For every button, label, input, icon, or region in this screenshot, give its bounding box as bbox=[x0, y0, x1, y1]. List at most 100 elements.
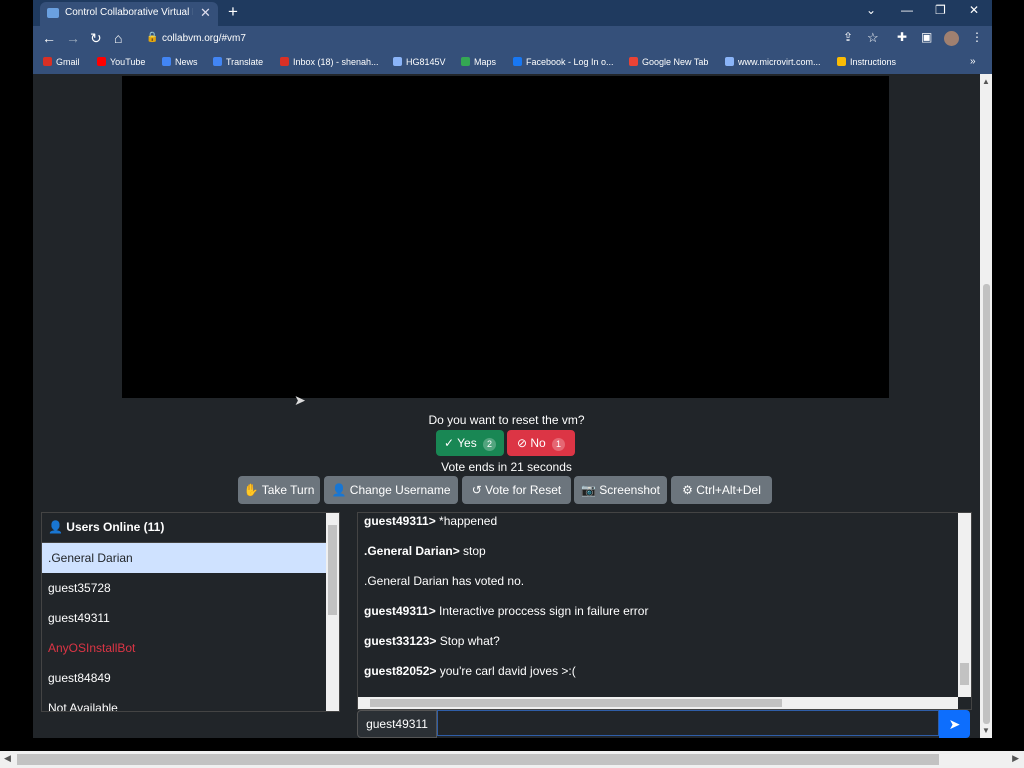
vote-yes-button[interactable]: ✓ Yes 2 bbox=[436, 430, 504, 456]
screenshot-label: Screenshot bbox=[599, 483, 660, 497]
close-tab-icon[interactable]: ✕ bbox=[200, 5, 211, 21]
chat-horizontal-scrollbar[interactable] bbox=[358, 697, 958, 709]
home-icon[interactable]: ⌂ bbox=[114, 30, 122, 46]
chat-username: guest49311 bbox=[357, 710, 437, 738]
forward-icon[interactable]: → bbox=[66, 30, 80, 46]
ctrl-alt-del-button[interactable]: ⚙ Ctrl+Alt+Del bbox=[671, 476, 772, 504]
minimize-icon[interactable]: — bbox=[901, 3, 913, 17]
url-text: collabvm.org/#vm7 bbox=[162, 33, 246, 44]
chat-input[interactable] bbox=[437, 710, 939, 736]
send-button[interactable]: ➤ bbox=[939, 710, 970, 738]
users-scrollbar[interactable] bbox=[326, 513, 339, 711]
bookmark-favicon-icon bbox=[393, 57, 402, 66]
bookmark-favicon-icon bbox=[213, 57, 222, 66]
bookmark-label: HG8145V bbox=[406, 57, 446, 67]
user-list-item[interactable]: guest84849 bbox=[42, 663, 332, 693]
user-edit-icon: 👤 bbox=[331, 483, 347, 497]
user-list-item[interactable]: Not Available bbox=[42, 693, 332, 711]
bookmark-label: Translate bbox=[226, 57, 264, 67]
user-icon: 👤 bbox=[48, 520, 63, 534]
chat-message-text: Interactive proccess sign in failure err… bbox=[435, 604, 649, 618]
share-icon[interactable]: ⇪ bbox=[843, 30, 853, 44]
menu-icon[interactable]: ⋮ bbox=[971, 30, 983, 44]
side-panel-icon[interactable]: ▣ bbox=[921, 30, 932, 44]
bookmark-item[interactable]: Instructions bbox=[837, 57, 896, 67]
change-username-button[interactable]: 👤 Change Username bbox=[324, 476, 458, 504]
screenshot-button[interactable]: 📷 Screenshot bbox=[574, 476, 667, 504]
window-hscroll-thumb[interactable] bbox=[17, 754, 939, 765]
bookmark-star-icon[interactable]: ☆ bbox=[867, 30, 879, 46]
scroll-left-icon[interactable]: ◀ bbox=[4, 753, 11, 764]
users-online-header: 👤 Users Online (11) bbox=[42, 513, 332, 543]
bookmark-item[interactable]: Facebook - Log In o... bbox=[513, 57, 614, 67]
address-bar[interactable]: 🔒 collabvm.org/#vm7 bbox=[140, 29, 890, 49]
bookmark-favicon-icon bbox=[43, 57, 52, 66]
scroll-right-icon[interactable]: ▶ bbox=[1012, 753, 1019, 764]
prohibited-icon: ⊘ bbox=[516, 436, 527, 450]
bookmark-item[interactable]: HG8145V bbox=[393, 57, 446, 67]
user-list-item[interactable]: guest49311 bbox=[42, 603, 332, 633]
tab-search-icon[interactable]: ⌄ bbox=[866, 3, 876, 17]
mouse-cursor-icon: ➤ bbox=[294, 392, 306, 408]
user-list-item[interactable]: guest35728 bbox=[42, 573, 332, 603]
hand-icon: ✋ bbox=[243, 483, 259, 497]
bookmark-label: Instructions bbox=[850, 57, 897, 67]
bookmark-item[interactable]: Maps bbox=[461, 57, 496, 67]
chat-message: guest33123> Stop what? bbox=[364, 634, 500, 648]
vote-reset-button[interactable]: ↺ Vote for Reset bbox=[462, 476, 571, 504]
back-icon[interactable]: ← bbox=[42, 30, 56, 46]
bookmark-favicon-icon bbox=[725, 57, 734, 66]
reload-icon[interactable]: ↻ bbox=[90, 30, 102, 47]
bookmark-item[interactable]: YouTube bbox=[97, 57, 145, 67]
user-list-item[interactable]: .General Darian bbox=[42, 543, 332, 573]
page-scroll-thumb[interactable] bbox=[983, 284, 990, 724]
chat-message: .General Darian> stop bbox=[364, 544, 486, 558]
chat-hscroll-thumb[interactable] bbox=[370, 699, 782, 707]
bookmark-item[interactable]: Gmail bbox=[43, 57, 80, 67]
chat-vertical-scrollbar[interactable] bbox=[958, 513, 971, 697]
close-window-icon[interactable]: ✕ bbox=[969, 3, 979, 17]
check-icon: ✓ bbox=[443, 436, 454, 450]
window-horizontal-scrollbar[interactable]: ◀ ▶ bbox=[0, 751, 1024, 768]
bookmark-item[interactable]: Translate bbox=[213, 57, 263, 67]
vote-no-button[interactable]: ⊘ No 1 bbox=[507, 430, 575, 456]
page-scrollbar[interactable]: ▲ ▼ bbox=[980, 74, 992, 738]
profile-avatar[interactable] bbox=[944, 31, 959, 46]
bookmark-item[interactable]: News bbox=[162, 57, 198, 67]
browser-tab[interactable]: Control Collaborative Virtual Ma ✕ bbox=[40, 2, 218, 26]
chat-message-text: you're carl david joves >:( bbox=[436, 664, 576, 678]
bookmark-favicon-icon bbox=[280, 57, 289, 66]
bookmark-item[interactable]: Google New Tab bbox=[629, 57, 708, 67]
chat-message-text: Stop what? bbox=[436, 634, 500, 648]
scroll-down-icon[interactable]: ▼ bbox=[982, 726, 990, 735]
bookmark-item[interactable]: Inbox (18) - shenah... bbox=[280, 57, 379, 67]
chat-message: guest82052> you're carl david joves >:( bbox=[364, 664, 576, 678]
chat-message-text: *happened bbox=[435, 514, 498, 528]
bookmark-item[interactable]: www.microvirt.com... bbox=[725, 57, 821, 67]
take-turn-button[interactable]: ✋ Take Turn bbox=[238, 476, 320, 504]
bookmark-favicon-icon bbox=[97, 57, 106, 66]
bookmark-label: News bbox=[175, 57, 198, 67]
users-online-panel: 👤 Users Online (11) .General Darian guest… bbox=[41, 512, 340, 712]
chat-vscroll-thumb[interactable] bbox=[960, 663, 969, 685]
users-online-title: Users Online (11) bbox=[66, 520, 165, 534]
more-bookmarks-icon[interactable]: » bbox=[970, 56, 976, 67]
send-icon: ➤ bbox=[948, 716, 961, 732]
chat-message-text: stop bbox=[459, 544, 486, 558]
users-scroll-thumb[interactable] bbox=[328, 525, 337, 615]
chat-message-user: guest82052> bbox=[364, 664, 437, 678]
bookmark-label: Google New Tab bbox=[642, 57, 709, 67]
take-turn-label: Take Turn bbox=[261, 483, 315, 497]
vote-no-count: 1 bbox=[552, 438, 566, 451]
new-tab-icon[interactable]: + bbox=[228, 2, 238, 22]
bookmark-label: Inbox (18) - shenah... bbox=[293, 57, 379, 67]
extensions-icon[interactable]: ✚ bbox=[897, 30, 907, 44]
restore-icon[interactable]: ❐ bbox=[935, 3, 946, 17]
bookmark-label: Maps bbox=[474, 57, 497, 67]
user-list-item[interactable]: AnyOSInstallBot bbox=[42, 633, 332, 663]
vote-no-label: No bbox=[530, 436, 546, 450]
vm-display[interactable] bbox=[122, 76, 889, 398]
chat-message: guest49311> *happened bbox=[364, 514, 497, 528]
tab-title: Control Collaborative Virtual Ma bbox=[65, 7, 193, 18]
scroll-up-icon[interactable]: ▲ bbox=[982, 77, 990, 86]
